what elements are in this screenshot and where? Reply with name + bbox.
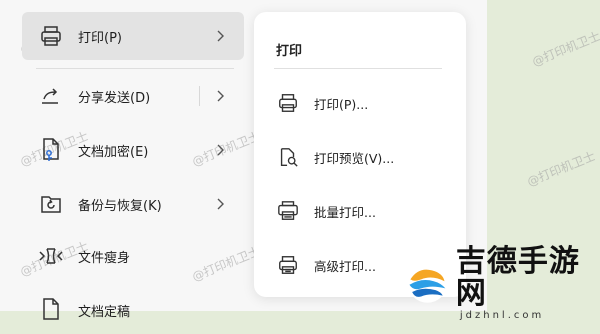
chevron-right-icon <box>212 28 228 44</box>
menu-divider <box>36 68 234 69</box>
batch-print-icon <box>276 199 300 223</box>
menu-item-label: 文档定稿 <box>78 304 131 320</box>
backup-icon <box>38 191 64 217</box>
printer-icon <box>38 23 64 49</box>
submenu-item-batch-print[interactable]: 批量打印... <box>276 196 446 226</box>
print-submenu: 打印 打印(P)... 打印预览(V)... 批量打印... 高级打印... <box>254 12 466 297</box>
chevron-right-icon <box>212 196 228 212</box>
menu-item-label: 文件瘦身 <box>78 250 131 266</box>
submenu-item-label: 打印预览(V)... <box>314 150 395 166</box>
brand-name: 吉德手游网 <box>455 243 580 311</box>
menu-item-print[interactable]: 打印(P) <box>22 12 244 60</box>
submenu-item-print-preview[interactable]: 打印预览(V)... <box>276 142 446 172</box>
brand-logo-icon <box>407 263 448 303</box>
submenu-item-label: 高级打印... <box>314 258 376 274</box>
submenu-title: 打印 <box>276 44 303 59</box>
submenu-item-print[interactable]: 打印(P)... <box>276 88 446 118</box>
menu-item-label: 打印(P) <box>78 30 122 46</box>
menu-item-slim[interactable]: 文件瘦身 <box>22 232 244 280</box>
menu-item-label: 分享发送(D) <box>78 90 151 106</box>
chevron-right-icon <box>212 142 228 158</box>
print-preview-icon <box>276 145 300 169</box>
brand-url: jdzhnl.com <box>459 309 545 321</box>
submenu-item-label: 批量打印... <box>314 204 376 220</box>
advanced-print-icon <box>276 253 300 277</box>
compress-icon <box>38 243 64 269</box>
menu-item-finalize[interactable]: 文档定稿 <box>22 286 244 334</box>
chevron-right-icon[interactable] <box>212 88 228 104</box>
split-divider <box>199 86 200 106</box>
share-icon <box>38 83 64 109</box>
menu-item-label: 文档加密(E) <box>78 144 149 160</box>
menu-item-backup[interactable]: 备份与恢复(K) <box>22 180 244 228</box>
menu-item-encrypt[interactable]: 文档加密(E) <box>22 126 244 174</box>
menu-item-share[interactable]: 分享发送(D) <box>22 72 244 120</box>
brand-logo: 吉德手游网 jdzhnl.com <box>405 245 595 321</box>
submenu-divider <box>274 68 442 69</box>
document-icon <box>38 297 64 323</box>
watermark: @打印机卫士 <box>530 28 600 69</box>
printer-icon <box>276 91 300 115</box>
menu-item-label: 备份与恢复(K) <box>78 198 162 214</box>
submenu-item-label: 打印(P)... <box>314 96 369 112</box>
watermark: @打印机卫士 <box>525 148 598 189</box>
document-lock-icon <box>38 137 64 163</box>
